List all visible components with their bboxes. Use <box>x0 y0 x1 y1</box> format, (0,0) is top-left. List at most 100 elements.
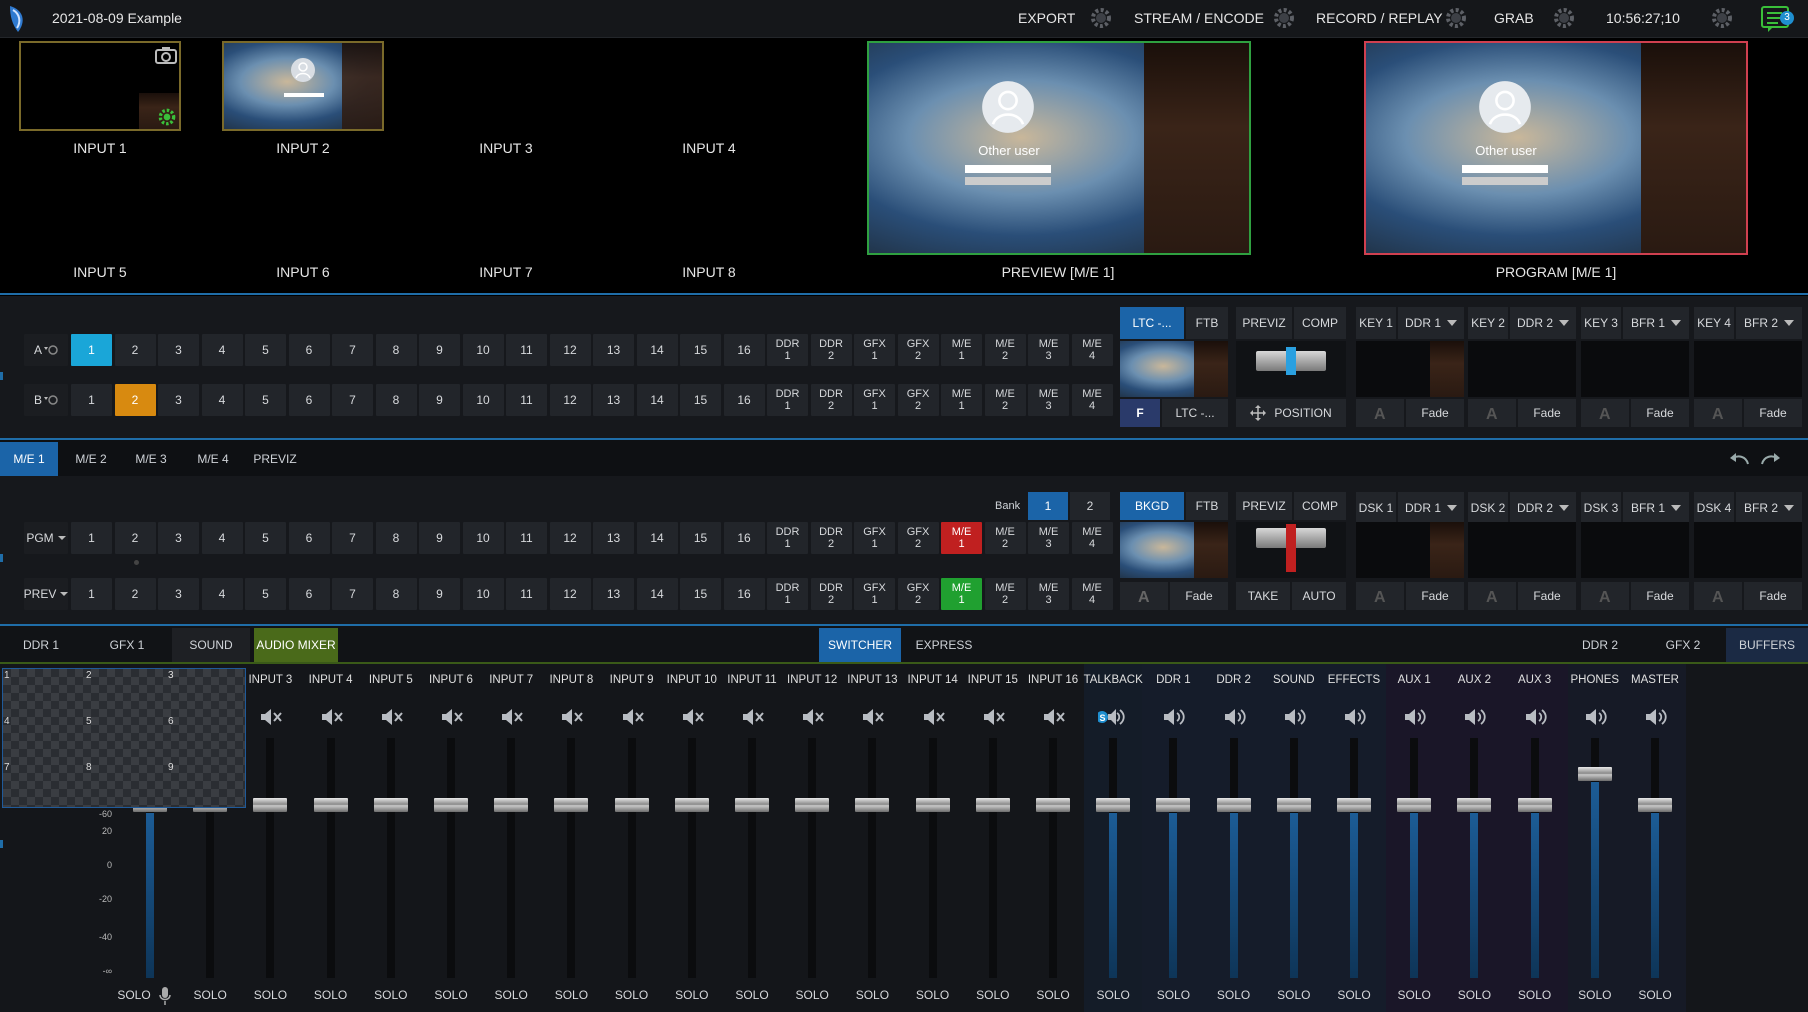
key-2-thumb[interactable] <box>1468 341 1576 397</box>
dsk-4-button[interactable]: DSK 4 <box>1694 492 1734 524</box>
fader-knob-5[interactable] <box>373 798 408 813</box>
source-button-5[interactable]: 5 <box>245 578 286 610</box>
solo-button-23[interactable]: SOLO <box>1449 988 1499 1002</box>
notifications-button[interactable]: 3 <box>1760 4 1794 34</box>
source-button-7[interactable]: 7 <box>332 578 373 610</box>
key-1-source-dropdown[interactable]: DDR 1 <box>1398 307 1464 339</box>
solo-button-15[interactable]: SOLO <box>968 988 1018 1002</box>
input-2-monitor[interactable] <box>222 41 384 131</box>
dsk-1-source-dropdown[interactable]: DDR 1 <box>1398 492 1464 524</box>
source-button-14[interactable]: 14 <box>636 578 678 610</box>
speaker-icon[interactable] <box>1640 706 1670 728</box>
grab-gear-icon[interactable] <box>1552 6 1576 30</box>
speaker-icon[interactable] <box>1520 706 1550 728</box>
key-2-transition-thumb[interactable]: A <box>1468 399 1516 427</box>
key-3-thumb[interactable] <box>1581 341 1689 397</box>
speaker-icon[interactable] <box>1219 706 1249 728</box>
source-button-3[interactable]: 3 <box>158 334 199 366</box>
tab-gfx-1[interactable]: GFX 1 <box>86 628 168 662</box>
source-button-extra-1[interactable]: DDR 1 <box>767 522 808 554</box>
speaker-muted-icon[interactable] <box>556 706 586 728</box>
source-button-extra-7[interactable]: M/E 3 <box>1028 578 1069 610</box>
source-button-14[interactable]: 14 <box>636 334 678 366</box>
solo-button-14[interactable]: SOLO <box>908 988 958 1002</box>
fader-knob-14[interactable] <box>915 798 950 813</box>
source-button-2[interactable]: 2 <box>114 578 156 610</box>
source-button-extra-7[interactable]: M/E 3 <box>1028 384 1069 416</box>
bkgd-button[interactable]: BKGD <box>1120 492 1184 520</box>
main-comp-button[interactable]: COMP <box>1294 492 1346 520</box>
source-button-extra-8[interactable]: M/E 4 <box>1071 384 1113 416</box>
source-button-13[interactable]: 13 <box>593 522 634 554</box>
solo-button-13[interactable]: SOLO <box>847 988 897 1002</box>
speaker-muted-icon[interactable] <box>376 706 406 728</box>
dsk-3-source-dropdown[interactable]: BFR 1 <box>1623 492 1689 524</box>
speaker-muted-icon[interactable] <box>617 706 647 728</box>
source-button-3[interactable]: 3 <box>158 384 199 416</box>
row-b-selector[interactable]: B <box>24 384 68 416</box>
solo-button-5[interactable]: SOLO <box>366 988 416 1002</box>
key-1-transition-thumb[interactable]: A <box>1356 399 1404 427</box>
microphone-icon[interactable] <box>158 986 172 1006</box>
export-gear-icon[interactable] <box>1089 6 1113 30</box>
source-button-extra-4[interactable]: GFX 2 <box>897 578 939 610</box>
dsk-1-fade-button[interactable]: Fade <box>1406 582 1464 610</box>
fader-knob-9[interactable] <box>614 798 649 813</box>
speaker-muted-icon[interactable] <box>1038 706 1068 728</box>
source-button-12[interactable]: 12 <box>549 522 591 554</box>
fader-knob-12[interactable] <box>795 798 830 813</box>
fader-knob-21[interactable] <box>1337 798 1371 813</box>
dsk-1-button[interactable]: DSK 1 <box>1356 492 1396 524</box>
prev-row-selector[interactable]: PREV <box>24 578 69 610</box>
fader-knob-7[interactable] <box>494 798 529 813</box>
source-button-7[interactable]: 7 <box>332 334 373 366</box>
speaker-icon[interactable] <box>1158 706 1188 728</box>
source-button-4[interactable]: 4 <box>201 578 243 610</box>
solo-button-9[interactable]: SOLO <box>607 988 657 1002</box>
dsk-4-fade-button[interactable]: Fade <box>1744 582 1802 610</box>
undo-icon[interactable] <box>1728 450 1750 468</box>
key-4-transition-thumb[interactable]: A <box>1694 399 1742 427</box>
source-button-extra-5[interactable]: M/E 1 <box>941 578 982 610</box>
tab-ddr-1[interactable]: DDR 1 <box>0 628 82 662</box>
fader-knob-18[interactable] <box>1156 798 1191 813</box>
solo-button-20[interactable]: SOLO <box>1269 988 1319 1002</box>
solo-button-19[interactable]: SOLO <box>1209 988 1259 1002</box>
preview-monitor[interactable]: Other user <box>867 41 1251 255</box>
fader-knob-11[interactable] <box>735 798 769 813</box>
source-button-extra-8[interactable]: M/E 4 <box>1071 522 1113 554</box>
source-button-extra-3[interactable]: GFX 1 <box>854 522 895 554</box>
source-button-8[interactable]: 8 <box>375 384 417 416</box>
main-previz-button[interactable]: PREVIZ <box>1236 492 1292 520</box>
source-button-extra-4[interactable]: GFX 2 <box>897 334 939 366</box>
source-button-extra-7[interactable]: M/E 3 <box>1028 522 1069 554</box>
source-button-extra-8[interactable]: M/E 4 <box>1071 578 1113 610</box>
source-button-7[interactable]: 7 <box>332 522 373 554</box>
key-1-fade-button[interactable]: Fade <box>1406 399 1464 427</box>
source-button-1[interactable]: 1 <box>71 334 112 366</box>
source-button-15[interactable]: 15 <box>680 522 721 554</box>
source-button-15[interactable]: 15 <box>680 578 721 610</box>
speaker-muted-icon[interactable] <box>436 706 466 728</box>
source-button-extra-1[interactable]: DDR 1 <box>767 334 808 366</box>
source-button-extra-2[interactable]: DDR 2 <box>810 522 852 554</box>
ftb-button[interactable]: FTB <box>1186 307 1228 339</box>
speaker-icon[interactable] <box>1580 706 1610 728</box>
speaker-icon[interactable]: S <box>1098 706 1128 728</box>
source-button-4[interactable]: 4 <box>201 522 243 554</box>
source-button-6[interactable]: 6 <box>288 384 330 416</box>
source-button-5[interactable]: 5 <box>245 522 286 554</box>
dsk-3-thumb[interactable] <box>1581 522 1689 578</box>
solo-button-8[interactable]: SOLO <box>546 988 596 1002</box>
solo-button-24[interactable]: SOLO <box>1510 988 1560 1002</box>
speaker-icon[interactable] <box>1399 706 1429 728</box>
grab-menu[interactable]: GRAB <box>1494 10 1534 26</box>
key-1-thumb[interactable] <box>1356 341 1464 397</box>
source-button-14[interactable]: 14 <box>636 384 678 416</box>
source-button-13[interactable]: 13 <box>593 578 634 610</box>
dsk-2-transition-thumb[interactable]: A <box>1468 582 1516 610</box>
source-button-11[interactable]: 11 <box>506 522 547 554</box>
record-gear-icon[interactable] <box>1444 6 1468 30</box>
ltc-icon-thumb[interactable]: F <box>1120 399 1160 427</box>
source-button-8[interactable]: 8 <box>375 334 417 366</box>
